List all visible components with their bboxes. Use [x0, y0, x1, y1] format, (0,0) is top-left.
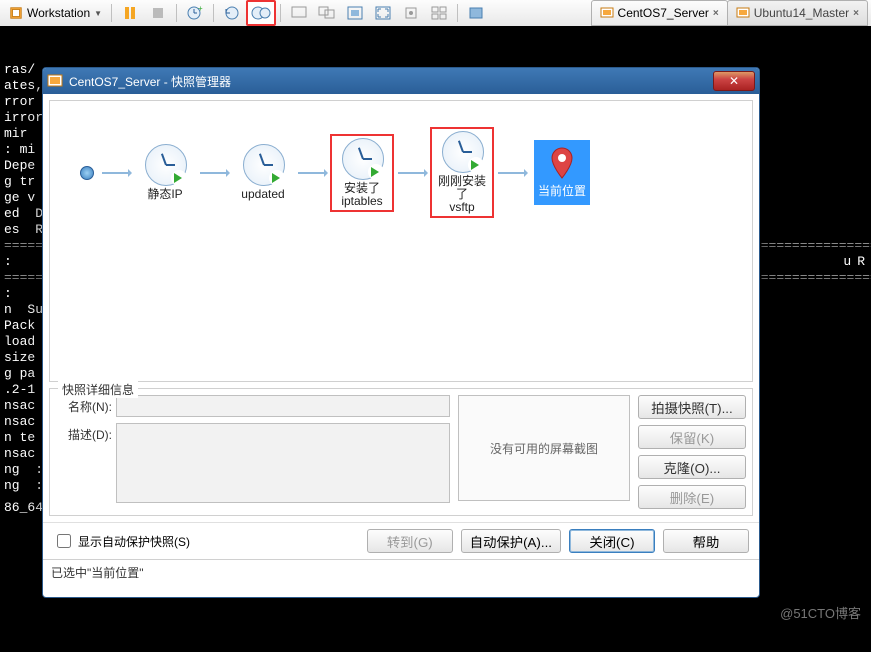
- display-icon: [291, 6, 307, 20]
- fit-guest-button[interactable]: [341, 1, 369, 25]
- fullscreen-icon: [375, 6, 391, 20]
- arrow-icon: [398, 172, 426, 174]
- keep-button[interactable]: 保留(K): [638, 425, 746, 449]
- pin-icon: [545, 146, 579, 180]
- thumbnail-icon: [431, 6, 447, 20]
- close-button[interactable]: ✕: [713, 71, 755, 91]
- close-icon[interactable]: ×: [853, 8, 859, 19]
- snapshot-label: updated: [241, 188, 284, 201]
- vm-icon: [47, 73, 63, 89]
- close-dialog-button[interactable]: 关闭(C): [569, 529, 655, 553]
- delete-button[interactable]: 删除(E): [638, 485, 746, 509]
- snapshot-revert-button[interactable]: [218, 1, 246, 25]
- snapshot-node[interactable]: 安装了iptables: [330, 134, 394, 212]
- details-legend: 快照详细信息: [58, 381, 138, 398]
- snapshot-take-button[interactable]: +: [181, 1, 209, 25]
- clone-button[interactable]: 克隆(O)...: [638, 455, 746, 479]
- play-icon: [171, 170, 187, 186]
- display-multi-icon: [318, 6, 336, 20]
- tab-label: CentOS7_Server: [618, 6, 709, 20]
- desc-textarea[interactable]: [116, 423, 450, 503]
- start-node: [80, 166, 94, 180]
- dialog-bottom-bar: 显示自动保护快照(S) 转到(G) 自动保护(A)... 关闭(C) 帮助: [43, 522, 759, 559]
- dialog-title: CentOS7_Server - 快照管理器: [69, 73, 231, 90]
- library-button[interactable]: [462, 1, 490, 25]
- unity-icon: [403, 6, 419, 20]
- stop-icon: [151, 6, 165, 20]
- snapshot-tree[interactable]: 静态IP updated 安装了iptables 刚刚安装了vsftp 当前位置: [49, 100, 753, 382]
- close-icon[interactable]: ×: [713, 8, 719, 19]
- dialog-titlebar[interactable]: CentOS7_Server - 快照管理器 ✕: [43, 68, 759, 94]
- chevron-down-icon: ▼: [94, 9, 102, 18]
- arrow-icon: [102, 172, 130, 174]
- play-icon: [269, 170, 285, 186]
- main-toolbar: Workstation ▼ + CentOS7_Server × Ubuntu1…: [0, 0, 871, 27]
- thumbnail-button[interactable]: [425, 1, 453, 25]
- autoprotect-button[interactable]: 自动保护(A)...: [461, 529, 561, 553]
- close-icon: ✕: [729, 74, 739, 88]
- name-label: 名称(N):: [56, 395, 112, 415]
- vm-icon: [600, 6, 614, 20]
- goto-button[interactable]: 转到(G): [367, 529, 453, 553]
- show-autoprotect-checkbox[interactable]: 显示自动保护快照(S): [53, 531, 190, 551]
- arrow-icon: [298, 172, 326, 174]
- pause-button[interactable]: [116, 1, 144, 25]
- snapshot-take-icon: +: [186, 5, 204, 21]
- vm-tabs: CentOS7_Server × Ubuntu14_Master ×: [591, 0, 867, 26]
- snapshot-node[interactable]: 静态IP: [138, 144, 192, 201]
- screenshot-preview: 没有可用的屏幕截图: [458, 395, 630, 501]
- tab-label: Ubuntu14_Master: [754, 6, 849, 20]
- show-console-button[interactable]: [285, 1, 313, 25]
- desc-label: 描述(D):: [56, 423, 112, 443]
- stop-button[interactable]: [144, 1, 172, 25]
- multi-monitor-button[interactable]: [313, 1, 341, 25]
- fit-guest-icon: [347, 6, 363, 20]
- vm-icon: [736, 6, 750, 20]
- tab-ubuntu14[interactable]: Ubuntu14_Master ×: [727, 0, 868, 26]
- app-label: Workstation: [27, 6, 90, 20]
- pause-icon: [123, 6, 137, 20]
- unity-button[interactable]: [397, 1, 425, 25]
- snapshot-node[interactable]: updated: [236, 144, 290, 201]
- help-button[interactable]: 帮助: [663, 529, 749, 553]
- snapshot-label: 安装了iptables: [341, 182, 382, 208]
- tab-centos7[interactable]: CentOS7_Server ×: [591, 0, 728, 26]
- checkbox-icon[interactable]: [57, 534, 71, 548]
- status-bar: 已选中"当前位置": [43, 559, 759, 584]
- name-input[interactable]: [116, 395, 450, 417]
- library-icon: [468, 6, 484, 20]
- snapshot-details: 快照详细信息 名称(N): 描述(D): 没有可用的屏幕截图 拍摄快照(T)..…: [49, 388, 753, 516]
- snapshot-label: 刚刚安装了vsftp: [434, 175, 490, 214]
- fullscreen-button[interactable]: [369, 1, 397, 25]
- snapshot-manager-button[interactable]: [246, 0, 276, 26]
- take-snapshot-button[interactable]: 拍摄快照(T)...: [638, 395, 746, 419]
- snapshot-revert-icon: [223, 5, 241, 21]
- snapshot-manager-dialog: CentOS7_Server - 快照管理器 ✕ 静态IP updated 安装了i…: [42, 67, 760, 598]
- play-icon: [468, 157, 484, 173]
- play-icon: [368, 164, 384, 180]
- vmware-icon: [9, 6, 23, 20]
- snapshot-label: 静态IP: [147, 188, 182, 201]
- arrow-icon: [498, 172, 526, 174]
- current-position-node[interactable]: 当前位置: [534, 140, 590, 205]
- snapshot-manager-icon: [251, 5, 271, 21]
- snapshot-node[interactable]: 刚刚安装了vsftp: [430, 127, 494, 218]
- workstation-menu[interactable]: Workstation ▼: [4, 1, 107, 25]
- watermark: @51CTO博客: [780, 603, 861, 622]
- arrow-icon: [200, 172, 228, 174]
- current-label: 当前位置: [538, 182, 586, 199]
- svg-text:+: +: [198, 5, 203, 13]
